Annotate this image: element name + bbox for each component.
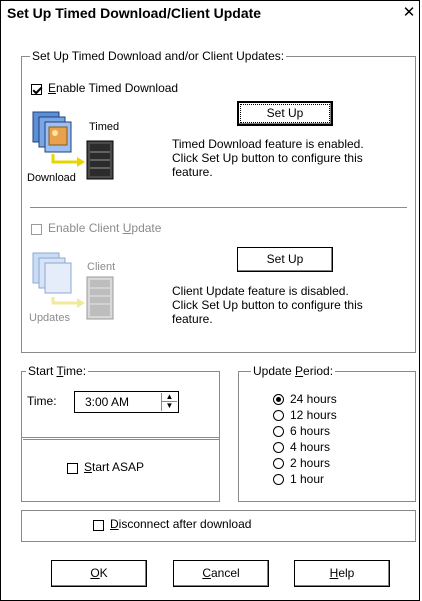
start-asap-checkbox[interactable]	[67, 463, 78, 474]
period-radio-24-hours[interactable]	[273, 394, 284, 405]
timed-icon-label-top: Timed	[89, 121, 120, 133]
period-label-12-hours[interactable]: 12 hours	[290, 408, 337, 422]
enable-timed-download-label-rest: nable Timed Download	[56, 81, 179, 95]
client-description-line-3: feature.	[172, 312, 213, 326]
period-legend-part-1: P	[295, 364, 304, 378]
asap-label-part-1: S	[84, 460, 93, 474]
start-time-group: Start Time: Time: 3:00 AM ▲ ▼	[21, 364, 220, 440]
period-radio-12-hours[interactable]	[273, 410, 284, 421]
disconnect-label-part-1: D	[110, 517, 119, 531]
client-icon-label-bottom: Updates	[29, 312, 70, 324]
setup-group-legend: Set Up Timed Download and/or Client Upda…	[30, 49, 287, 63]
time-label: Time:	[27, 394, 57, 408]
time-spinner[interactable]: 3:00 AM ▲ ▼	[74, 391, 179, 413]
timed-setup-button[interactable]: Set Up	[237, 101, 333, 126]
timed-description-line-1: Timed Download feature is enabled.	[172, 137, 364, 151]
period-label-2-hours[interactable]: 2 hours	[290, 456, 330, 470]
cancel-label-part-1: C	[202, 566, 211, 580]
enable-timed-download-label[interactable]: Enable Timed Download	[48, 81, 178, 95]
time-spinner-buttons[interactable]: ▲ ▼	[161, 393, 177, 411]
client-description: Client Update feature is disabled. Click…	[172, 284, 363, 326]
period-label-6-hours[interactable]: 6 hours	[290, 424, 330, 438]
enable-client-update-label[interactable]: Enable Client Update	[48, 221, 161, 235]
ok-label-part-2: K	[99, 566, 108, 580]
client-description-line-2: Click Set Up button to configure this	[172, 298, 363, 312]
start-time-legend-part-2: ime:	[63, 364, 87, 378]
ok-button[interactable]: OK	[51, 560, 147, 587]
start-asap-label[interactable]: Start ASAP	[84, 460, 144, 474]
start-time-legend-part-0: Start	[28, 364, 57, 378]
disconnect-checkbox[interactable]	[93, 520, 104, 531]
start-asap-group: Start ASAP	[21, 437, 220, 502]
timed-description-line-2: Click Set Up button to configure this	[172, 151, 363, 165]
disconnect-label[interactable]: Disconnect after download	[110, 517, 251, 531]
period-radio-6-hours[interactable]	[273, 426, 284, 437]
client-label-part-0: Enable Client	[48, 221, 123, 235]
client-update-icon: Client Updates	[29, 247, 126, 327]
close-icon[interactable]: ✕	[399, 4, 419, 23]
enable-client-update-checkbox[interactable]	[31, 224, 42, 235]
spin-down-icon[interactable]: ▼	[162, 401, 177, 410]
period-label-24-hours[interactable]: 24 hours	[290, 392, 337, 406]
timed-icon-label-bottom: Download	[27, 172, 76, 184]
start-time-legend: Start Time:	[26, 364, 89, 378]
disconnect-group: Disconnect after download	[21, 510, 416, 542]
timed-description-line-3: feature.	[172, 165, 213, 179]
dialog-title: Set Up Timed Download/Client Update	[7, 5, 262, 21]
client-setup-button[interactable]: Set Up	[237, 247, 333, 272]
timed-download-dialog: Set Up Timed Download/Client Update ✕ Se…	[0, 0, 420, 601]
asap-label-part-2: tart ASAP	[92, 460, 145, 474]
client-icon-label-top: Client	[87, 261, 116, 273]
timed-download-icon: Timed Download	[27, 104, 126, 184]
ok-label-part-1: O	[90, 566, 100, 580]
update-period-group: Update Period: 24 hours 12 hours 6 hours 4 …	[238, 364, 416, 502]
cancel-button[interactable]: Cancel	[173, 560, 269, 587]
period-radio-1-hour[interactable]	[273, 474, 284, 485]
time-value[interactable]: 3:00 AM	[85, 395, 129, 409]
period-legend-part-0: Update	[253, 364, 296, 378]
client-description-line-1: Client Update feature is disabled.	[172, 284, 349, 298]
client-label-part-2: pdate	[131, 221, 162, 235]
help-label-part-2: elp	[338, 566, 355, 580]
update-period-legend: Update Period:	[251, 364, 336, 378]
period-radio-2-hours[interactable]	[273, 458, 284, 469]
cancel-label-part-2: ancel	[210, 566, 240, 580]
period-radio-4-hours[interactable]	[273, 442, 284, 453]
spin-up-icon[interactable]: ▲	[162, 393, 177, 401]
help-button[interactable]: Help	[294, 560, 390, 587]
section-separator	[30, 207, 407, 209]
period-legend-part-2: eriod:	[303, 364, 334, 378]
enable-timed-download-checkbox[interactable]	[31, 84, 42, 95]
period-label-1-hour[interactable]: 1 hour	[290, 472, 324, 486]
title-bar[interactable]: Set Up Timed Download/Client Update ✕	[1, 1, 421, 26]
timed-description: Timed Download feature is enabled. Click…	[172, 137, 364, 179]
period-label-4-hours[interactable]: 4 hours	[290, 440, 330, 454]
disconnect-label-part-2: isconnect after download	[118, 517, 252, 531]
setup-group: Set Up Timed Download and/or Client Upda…	[21, 49, 416, 353]
